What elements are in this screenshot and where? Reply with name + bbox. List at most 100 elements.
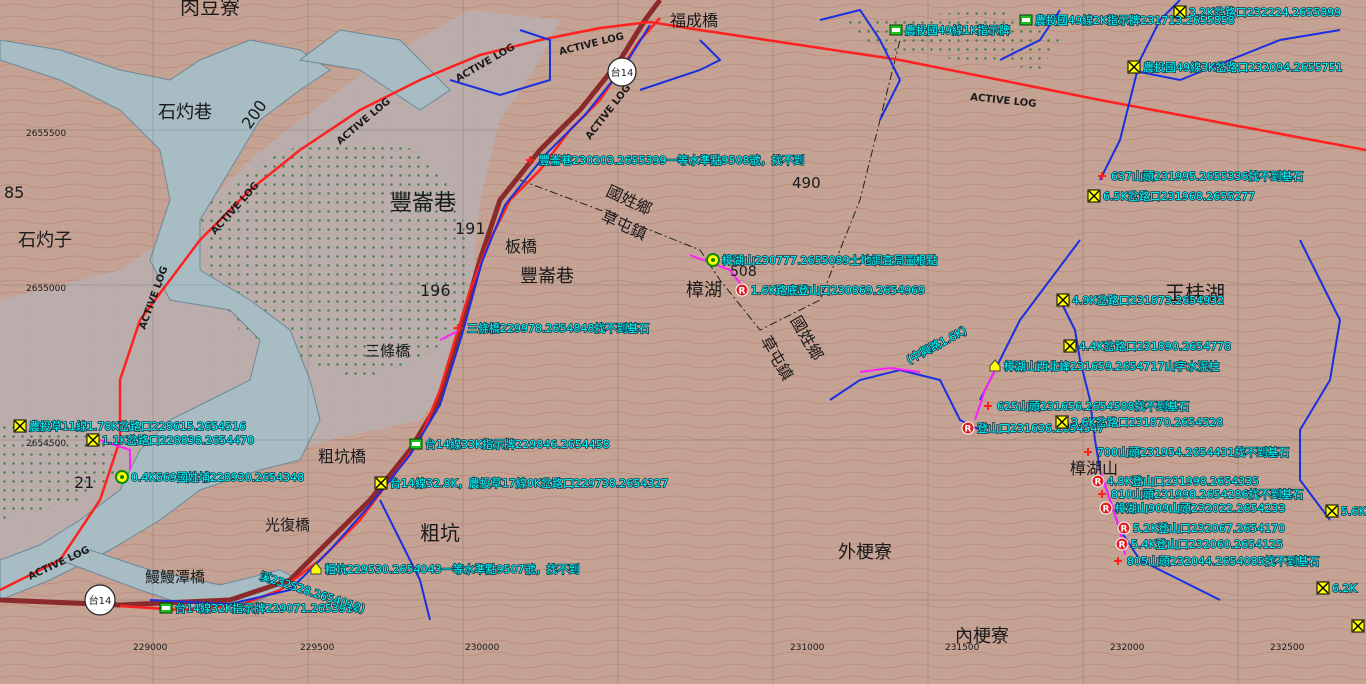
place-name: 豐崙巷: [520, 266, 574, 287]
waypoint-label: 805山頭232044.2654085找不到基石: [1127, 554, 1319, 568]
yellow-box-icon: [13, 419, 27, 433]
place-name: 鰻鰻潭橋: [145, 568, 205, 586]
waypoint-label: 4.4K岔路口231890.2654778: [1079, 340, 1231, 353]
grid-label: 230000: [465, 643, 500, 653]
waypoint-label: 農投國49線3K岔路口232094.2655751: [1143, 60, 1343, 74]
waypoint-marker[interactable]: 805山頭232044.2654085找不到基石: [1114, 553, 1320, 569]
waypoint-marker[interactable]: 農投草11線1.78K岔路口228615.2654516: [13, 418, 247, 434]
waypoint-label: 台14線32.8K，農投草17線0K岔路口229738.2654327: [390, 476, 668, 490]
triangulation-icon: [115, 470, 129, 484]
svg-text:R: R: [1095, 478, 1102, 488]
waypoint-marker[interactable]: R 5.4K登山口232060.2654125: [1115, 536, 1284, 552]
waypoint-label: 700山頭231954.2654431找不到基石: [1097, 445, 1289, 459]
yellow-box-icon: [374, 476, 388, 490]
svg-text:R: R: [1119, 541, 1126, 551]
waypoint-label: 4.8K登山口231998.2654335: [1107, 474, 1259, 488]
waypoint-marker[interactable]: R 4.8K登山口231998.2654335: [1091, 473, 1260, 489]
waypoint-marker[interactable]: 粗坑229530.2654043一等水準點9507號，找不到: [310, 561, 580, 577]
waypoint-marker[interactable]: 農投國49線2K指示牌231713.2655858: [1019, 12, 1235, 28]
place-name: 石灼子: [18, 230, 72, 251]
grid-label: 232500: [1270, 643, 1305, 653]
milestone-icon: [159, 602, 173, 614]
yellow-box-icon: [1127, 60, 1141, 74]
svg-text:R: R: [1103, 505, 1110, 515]
waypoint-label: 台14線33K指示牌229846.2654458: [425, 437, 610, 451]
yellow-box-icon: [1316, 581, 1330, 595]
waypoint-label: 637山頭231995.2655336找不到基石: [1111, 169, 1303, 183]
waypoint-marker[interactable]: 樟湖山230777.2655089土地調查局圖根點: [706, 252, 938, 268]
road-shield: 台14: [84, 584, 116, 616]
spot-height: 196: [420, 281, 451, 300]
waypoint-marker[interactable]: R 1.6K路底登山口230869.2654969: [735, 282, 926, 298]
road-shield-label: 台14: [611, 66, 634, 79]
waypoint-marker[interactable]: 810山頭231998.2654286找不到基石: [1098, 486, 1304, 502]
waypoint-marker[interactable]: 4.9K岔路口231873.2654932: [1056, 293, 1225, 308]
waypoint-marker[interactable]: 1.1K岔路口228838.2654470: [86, 433, 255, 448]
place-name: 粗坑: [420, 521, 460, 545]
waypoint-marker[interactable]: 637山頭231995.2655336找不到基石: [1098, 168, 1304, 184]
milestone-icon: [889, 24, 903, 36]
waypoint-label: 三條橋229978.2654848找不到基石: [467, 321, 649, 335]
topographic-map[interactable]: ACTIVE LOG ACTIVE LOG ACTIVE LOG ACTIVE …: [0, 0, 1366, 684]
place-name: 樟湖: [686, 280, 722, 301]
waypoint-marker[interactable]: 700山頭231954.2654431找不到基石: [1084, 444, 1290, 460]
waypoint-label: 4.9K岔路口231873.2654932: [1072, 294, 1224, 307]
waypoint-label: 6.2K: [1332, 582, 1357, 595]
spot-height: 191: [455, 219, 486, 238]
grid-label: 232000: [1110, 643, 1145, 653]
grid-label: 231500: [945, 643, 980, 653]
waypoint-label: 粗坑229530.2654043一等水準點9507號，找不到: [325, 562, 579, 576]
trailhead-icon: R: [1091, 474, 1105, 488]
spot-height: 21: [74, 473, 94, 492]
place-name: 光復橋: [265, 516, 310, 534]
waypoint-label: 810山頭231998.2654286找不到基石: [1111, 487, 1303, 501]
place-name: 豐崙巷: [390, 191, 456, 216]
trailhead-icon: R: [1099, 501, 1113, 515]
waypoint-marker[interactable]: 625山頭231656.2654588找不到基石: [984, 398, 1190, 414]
grid-label: 2655000: [26, 284, 66, 294]
place-name: 粗坑橋: [318, 447, 366, 466]
waypoint-marker[interactable]: 農投國49線1K指示牌: [889, 22, 1011, 38]
waypoint-label: 1.6K路底登山口230869.2654969: [751, 283, 925, 297]
waypoint-label: 農投國49線2K指示牌231713.2655858: [1035, 13, 1235, 27]
place-name: 肉豆寮: [180, 0, 240, 19]
place-name: 石灼巷: [158, 102, 212, 123]
svg-text:R: R: [1121, 525, 1128, 535]
waypoint-label: 豐崙巷230203.2655399一等水準點9508號，找不到: [539, 153, 804, 167]
road-shield-label: 台14: [89, 594, 112, 607]
waypoint-marker[interactable]: 6.2K: [1316, 581, 1358, 596]
place-name: 板橋: [505, 237, 537, 256]
waypoint-marker[interactable]: 6.5K岔路口231968.2655277: [1087, 189, 1256, 204]
grid-label: 231000: [790, 643, 825, 653]
svg-text:R: R: [965, 425, 972, 435]
milestone-icon: [409, 438, 423, 450]
waypoint-label: 5.6K: [1341, 505, 1366, 518]
waypoint-marker[interactable]: 0.4K669國姓埔228930.2654348: [115, 469, 305, 485]
waypoint-marker[interactable]: 三條橋229978.2654848找不到基石: [454, 320, 650, 336]
yellow-box-icon: [1325, 504, 1339, 518]
waypoint-marker[interactable]: 農投國49線3K岔路口232094.2655751: [1127, 59, 1343, 75]
trailhead-icon: R: [1115, 537, 1129, 551]
waypoint-marker[interactable]: 豐崙巷230203.2655399一等水準點9508號，找不到: [526, 152, 805, 168]
waypoint-marker[interactable]: R 樟湖山909山頭232022.2654233: [1099, 500, 1286, 516]
place-name: 外梗寮: [838, 542, 892, 563]
waypoint-label: 樟湖山西北峰231659.2654717山字水泥柱: [1004, 359, 1219, 373]
yellow-box-icon: [1056, 293, 1070, 307]
waypoint-marker[interactable]: 5.8K: [1351, 619, 1366, 633]
waypoint-marker[interactable]: 4.4K岔路口231890.2654778: [1063, 339, 1232, 354]
waypoint-label: 3.6K岔路口231870.2654528: [1071, 416, 1223, 429]
waypoint-marker[interactable]: 樟湖山西北峰231659.2654717山字水泥柱: [989, 358, 1220, 374]
waypoint-label: 0.4K669國姓埔228930.2654348: [131, 470, 304, 484]
waypoint-label: 1.1K岔路口228838.2654470: [102, 434, 254, 447]
grid-label: 229000: [133, 643, 168, 653]
waypoint-label: 625山頭231656.2654588找不到基石: [997, 399, 1189, 413]
svg-text:R: R: [739, 287, 746, 297]
yellow-box-icon: [1087, 189, 1101, 203]
waypoint-marker[interactable]: 3.6K岔路口231870.2654528: [1055, 415, 1224, 430]
waypoint-marker[interactable]: 5.6K: [1325, 504, 1366, 519]
trailhead-icon: R: [1117, 521, 1131, 535]
waypoint-marker[interactable]: R 5.2K登山口232067.2654170: [1117, 520, 1286, 536]
waypoint-marker[interactable]: 台14線33K指示牌229846.2654458: [409, 436, 610, 452]
waypoint-marker[interactable]: 台14線32.8K，農投草17線0K岔路口229738.2654327: [374, 475, 669, 491]
grid-label: 229500: [300, 643, 335, 653]
